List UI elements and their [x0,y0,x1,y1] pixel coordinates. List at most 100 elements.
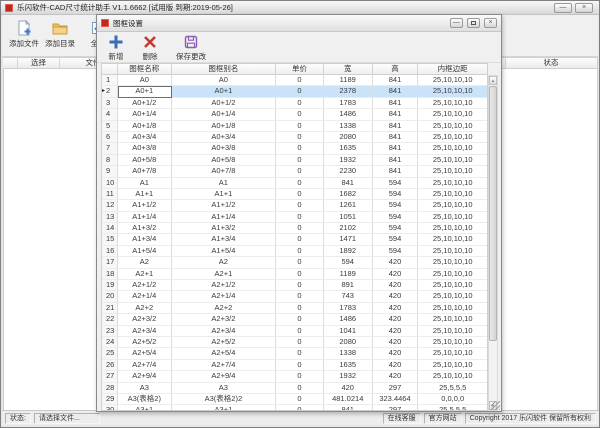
dialog-maximize-button[interactable] [467,18,480,28]
status-column-header[interactable]: 状态 [506,58,596,68]
cell[interactable]: 25,10,10,10 [418,75,487,86]
cell[interactable]: A0+1 [172,86,276,97]
cell[interactable]: A2+1/4 [172,291,276,302]
row-number-cell[interactable]: ▸2 [102,86,118,97]
table-row[interactable]: 10A1A1084159425,10,10,10 [102,178,487,189]
cell[interactable]: A0+7/8 [172,166,276,177]
table-row[interactable]: 16A1+5/4A1+5/40189259425,10,10,10 [102,246,487,257]
cell[interactable]: 25,10,10,10 [418,178,487,189]
cell[interactable]: A2+5/4 [172,348,276,359]
cell[interactable]: A1+3/2 [118,223,172,234]
row-number-cell[interactable]: 10 [102,178,118,189]
cell[interactable]: 0 [276,314,324,325]
row-number-cell[interactable]: 14 [102,223,118,234]
cell[interactable]: 420 [373,371,419,382]
cell[interactable]: 1783 [324,98,373,109]
cell[interactable]: 0 [276,371,324,382]
cell[interactable]: A0+1/8 [172,121,276,132]
cell[interactable]: 2080 [324,132,373,143]
dialog-resize-grip[interactable] [491,401,500,410]
row-number-cell[interactable]: 28 [102,383,118,394]
table-row[interactable]: 25A2+5/4A2+5/40133842025,10,10,10 [102,348,487,359]
table-row[interactable]: ▸2A0+1A0+10237884125,10,10,10 [102,86,487,97]
cell[interactable]: 0 [276,121,324,132]
cell[interactable]: A2+5/4 [118,348,172,359]
cell[interactable]: 420 [373,337,419,348]
cell[interactable]: 25,10,10,10 [418,143,487,154]
table-row[interactable]: 28A3A3042029725,5,5,5 [102,383,487,394]
online-service-link[interactable]: 在线客服 [383,413,421,424]
table-row[interactable]: 12A1+1/2A1+1/20126159425,10,10,10 [102,200,487,211]
cell[interactable]: 841 [373,166,419,177]
cell[interactable]: 1635 [324,360,373,371]
cell[interactable]: 25,10,10,10 [418,314,487,325]
cell[interactable]: 25,10,10,10 [418,212,487,223]
cell[interactable]: A0+5/8 [172,155,276,166]
cell[interactable]: 841 [373,121,419,132]
cell[interactable]: 841 [373,143,419,154]
cell[interactable]: 594 [373,223,419,234]
cell[interactable]: A2+1 [172,269,276,280]
cell[interactable]: A3(表格2) [118,394,172,405]
cell[interactable]: 25,10,10,10 [418,121,487,132]
cell[interactable]: 0 [276,394,324,405]
cell[interactable]: 0 [276,109,324,120]
cell[interactable]: 841 [324,405,373,411]
add-row-button[interactable]: 新增 [101,33,131,62]
cell[interactable]: 420 [373,280,419,291]
cell[interactable]: 0 [276,246,324,257]
row-number-cell[interactable]: 26 [102,360,118,371]
official-site-link[interactable]: 官方网站 [424,413,462,424]
dialog-minimize-button[interactable]: — [450,18,463,28]
cell[interactable]: 841 [373,86,419,97]
cell[interactable]: 1635 [324,143,373,154]
cell[interactable]: A2+2 [118,303,172,314]
cell[interactable]: A0+1/4 [118,109,172,120]
cell[interactable]: A2+7/4 [172,360,276,371]
cell[interactable]: A2+5/2 [172,337,276,348]
cell[interactable]: 841 [324,178,373,189]
cell[interactable]: 25,5,5,5 [418,405,487,411]
cell[interactable]: A3+1 [172,405,276,411]
cell[interactable]: A1+1/4 [118,212,172,223]
row-number-cell[interactable]: 17 [102,257,118,268]
cell[interactable]: 323.4464 [373,394,419,405]
cell[interactable]: 0 [276,257,324,268]
cell[interactable]: A2+1 [118,269,172,280]
cell[interactable]: A0+3/4 [118,132,172,143]
cell[interactable]: A2+3/4 [118,326,172,337]
add-file-button[interactable]: 添加文件 [6,18,42,54]
save-changes-button[interactable]: 保存更改 [169,33,213,62]
cell[interactable]: 2378 [324,86,373,97]
cell[interactable]: A0+1/2 [118,98,172,109]
table-row[interactable]: 1A0A00118984125,10,10,10 [102,75,487,86]
row-number-cell[interactable]: 8 [102,155,118,166]
cell[interactable]: A0+3/4 [172,132,276,143]
table-row[interactable]: 27A2+9/4A2+9/40193242025,10,10,10 [102,371,487,382]
table-row[interactable]: 14A1+3/2A1+3/20210259425,10,10,10 [102,223,487,234]
cell[interactable]: A3(表格2)2 [172,394,276,405]
table-row[interactable]: 17A2A2059442025,10,10,10 [102,257,487,268]
cell[interactable]: A2 [172,257,276,268]
cell[interactable]: 743 [324,291,373,302]
cell[interactable]: 1486 [324,314,373,325]
table-row[interactable]: 11A1+1A1+10168259425,10,10,10 [102,189,487,200]
table-row[interactable]: 19A2+1/2A2+1/2089142025,10,10,10 [102,280,487,291]
table-row[interactable]: 29A3(表格2)A3(表格2)20481.0214323.44640,0,0,… [102,394,487,405]
cell[interactable]: 25,10,10,10 [418,246,487,257]
table-row[interactable]: 7A0+3/8A0+3/80163584125,10,10,10 [102,143,487,154]
cell[interactable]: 2230 [324,166,373,177]
delete-row-button[interactable]: 删除 [135,33,165,62]
cell[interactable]: A1+1 [118,189,172,200]
cell[interactable]: 1189 [324,75,373,86]
cell[interactable]: 25,10,10,10 [418,98,487,109]
table-row[interactable]: 6A0+3/4A0+3/40208084125,10,10,10 [102,132,487,143]
row-number-cell[interactable]: 22 [102,314,118,325]
cell[interactable]: 594 [373,212,419,223]
cell[interactable]: A0+1/2 [172,98,276,109]
cell[interactable]: 420 [324,383,373,394]
scroll-up-icon[interactable]: ▲ [489,76,497,85]
cell[interactable]: 420 [373,360,419,371]
cell[interactable]: 594 [373,234,419,245]
cell[interactable]: A1+3/2 [172,223,276,234]
